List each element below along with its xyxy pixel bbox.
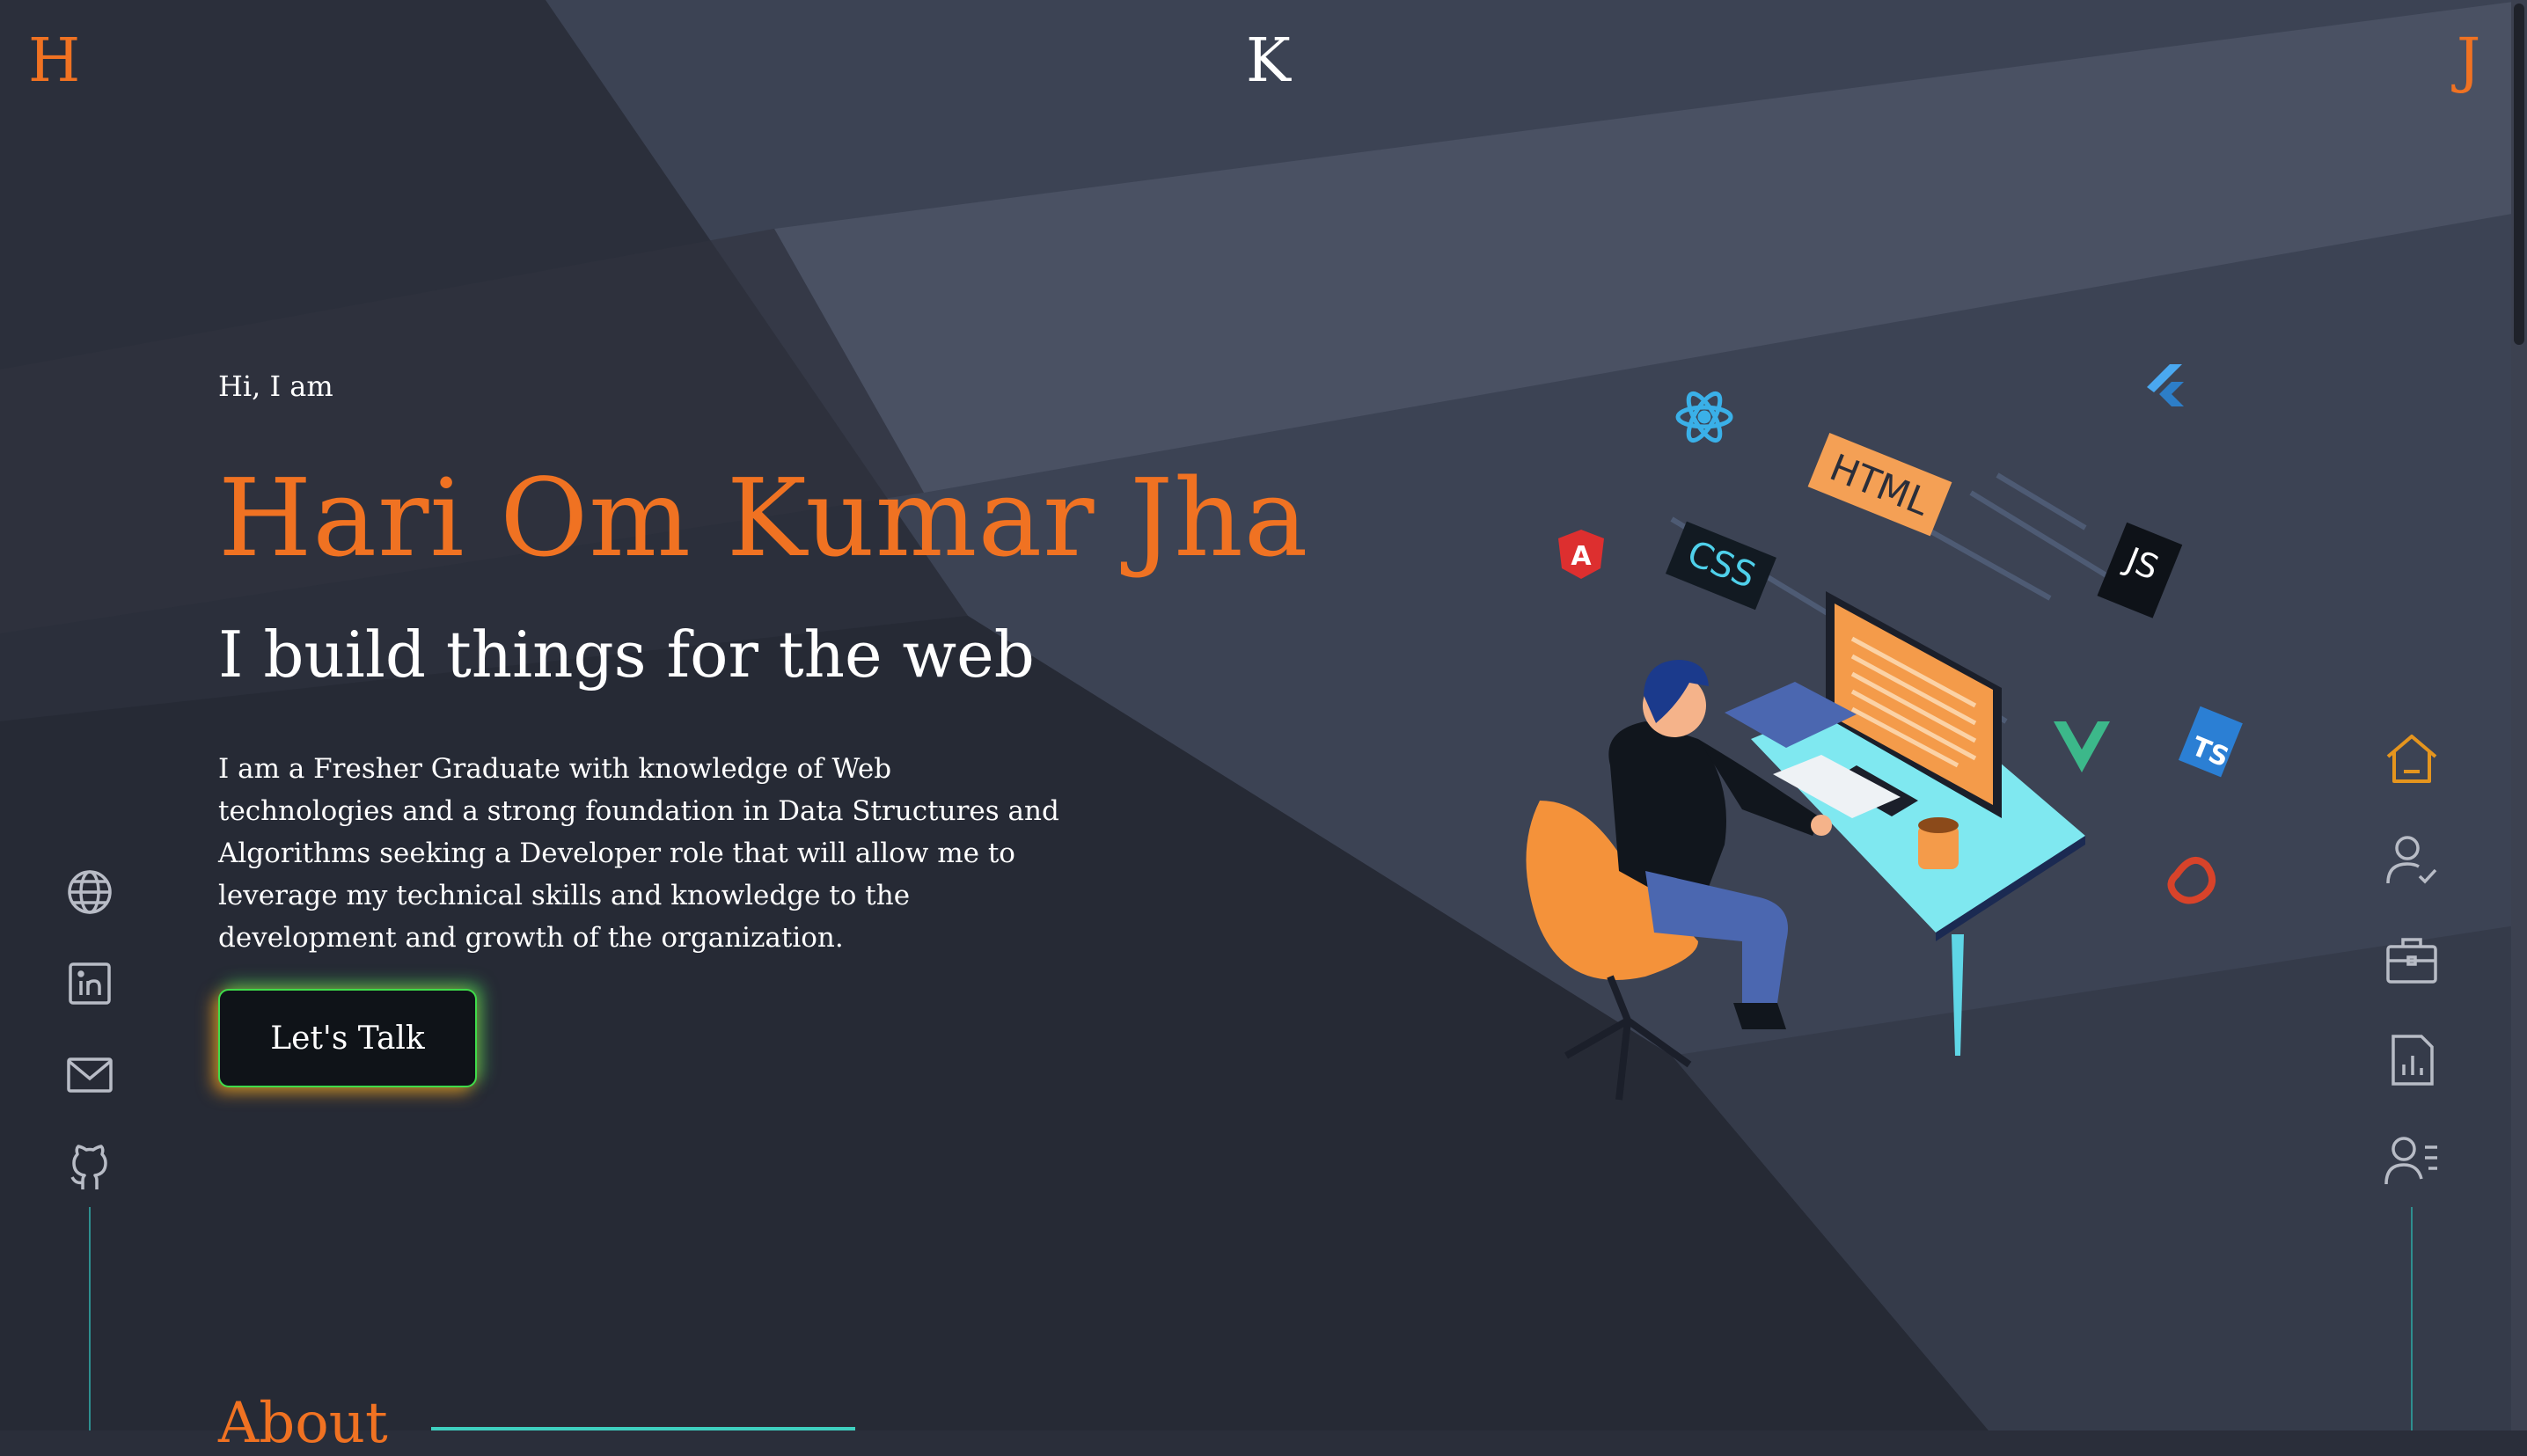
hero-bio: I am a Fresher Graduate with knowledge o…: [218, 753, 1059, 954]
logo-center[interactable]: K: [1246, 32, 1291, 91]
briefcase-icon[interactable]: [2381, 929, 2443, 991]
github-icon[interactable]: [62, 1138, 118, 1195]
contact-list-icon[interactable]: [2381, 1130, 2443, 1191]
css-tag: CSS: [1665, 521, 1776, 611]
logo-right[interactable]: J: [2457, 32, 2480, 91]
scrollbar-thumb[interactable]: [2514, 4, 2524, 345]
developer-illustration: A CSS HTML JS TS: [1526, 364, 2243, 1101]
flutter-logo-icon: [2147, 364, 2184, 406]
scrollbar[interactable]: [2511, 0, 2527, 1430]
angular-logo-icon: A: [1558, 530, 1604, 579]
react-logo-icon: [1675, 391, 1733, 443]
svelte-logo-icon: [2167, 856, 2216, 904]
section-nav: [2381, 728, 2443, 1230]
home-icon[interactable]: [2381, 728, 2443, 790]
coffee-cup: [1918, 817, 1959, 869]
hero-section: Hi, I am Hari Om Kumar Jha I build thing…: [218, 369, 1362, 959]
logo-left[interactable]: H: [28, 32, 80, 91]
linkedin-icon[interactable]: [62, 955, 118, 1012]
right-divider-line: [2411, 1207, 2413, 1430]
left-divider-line: [89, 1207, 91, 1430]
globe-icon[interactable]: [62, 864, 118, 920]
js-tag: JS: [2097, 522, 2183, 618]
about-underline: [431, 1427, 855, 1430]
mail-icon[interactable]: [62, 1047, 118, 1103]
lets-talk-button[interactable]: Let's Talk: [218, 989, 477, 1087]
typescript-tag: TS: [2178, 706, 2243, 778]
hero-tagline: I build things for the web: [218, 618, 1035, 691]
social-links: [62, 864, 118, 1230]
report-icon[interactable]: [2381, 1029, 2443, 1091]
user-check-icon[interactable]: [2381, 829, 2443, 890]
tag-a: A: [1571, 541, 1592, 572]
hero-greeting: Hi, I am: [218, 369, 333, 403]
hero-name: Hari Om Kumar Jha: [218, 456, 1309, 581]
vue-logo-icon: [2054, 721, 2110, 772]
about-section-title: About: [218, 1391, 388, 1456]
html-tag: HTML: [1807, 432, 1952, 537]
